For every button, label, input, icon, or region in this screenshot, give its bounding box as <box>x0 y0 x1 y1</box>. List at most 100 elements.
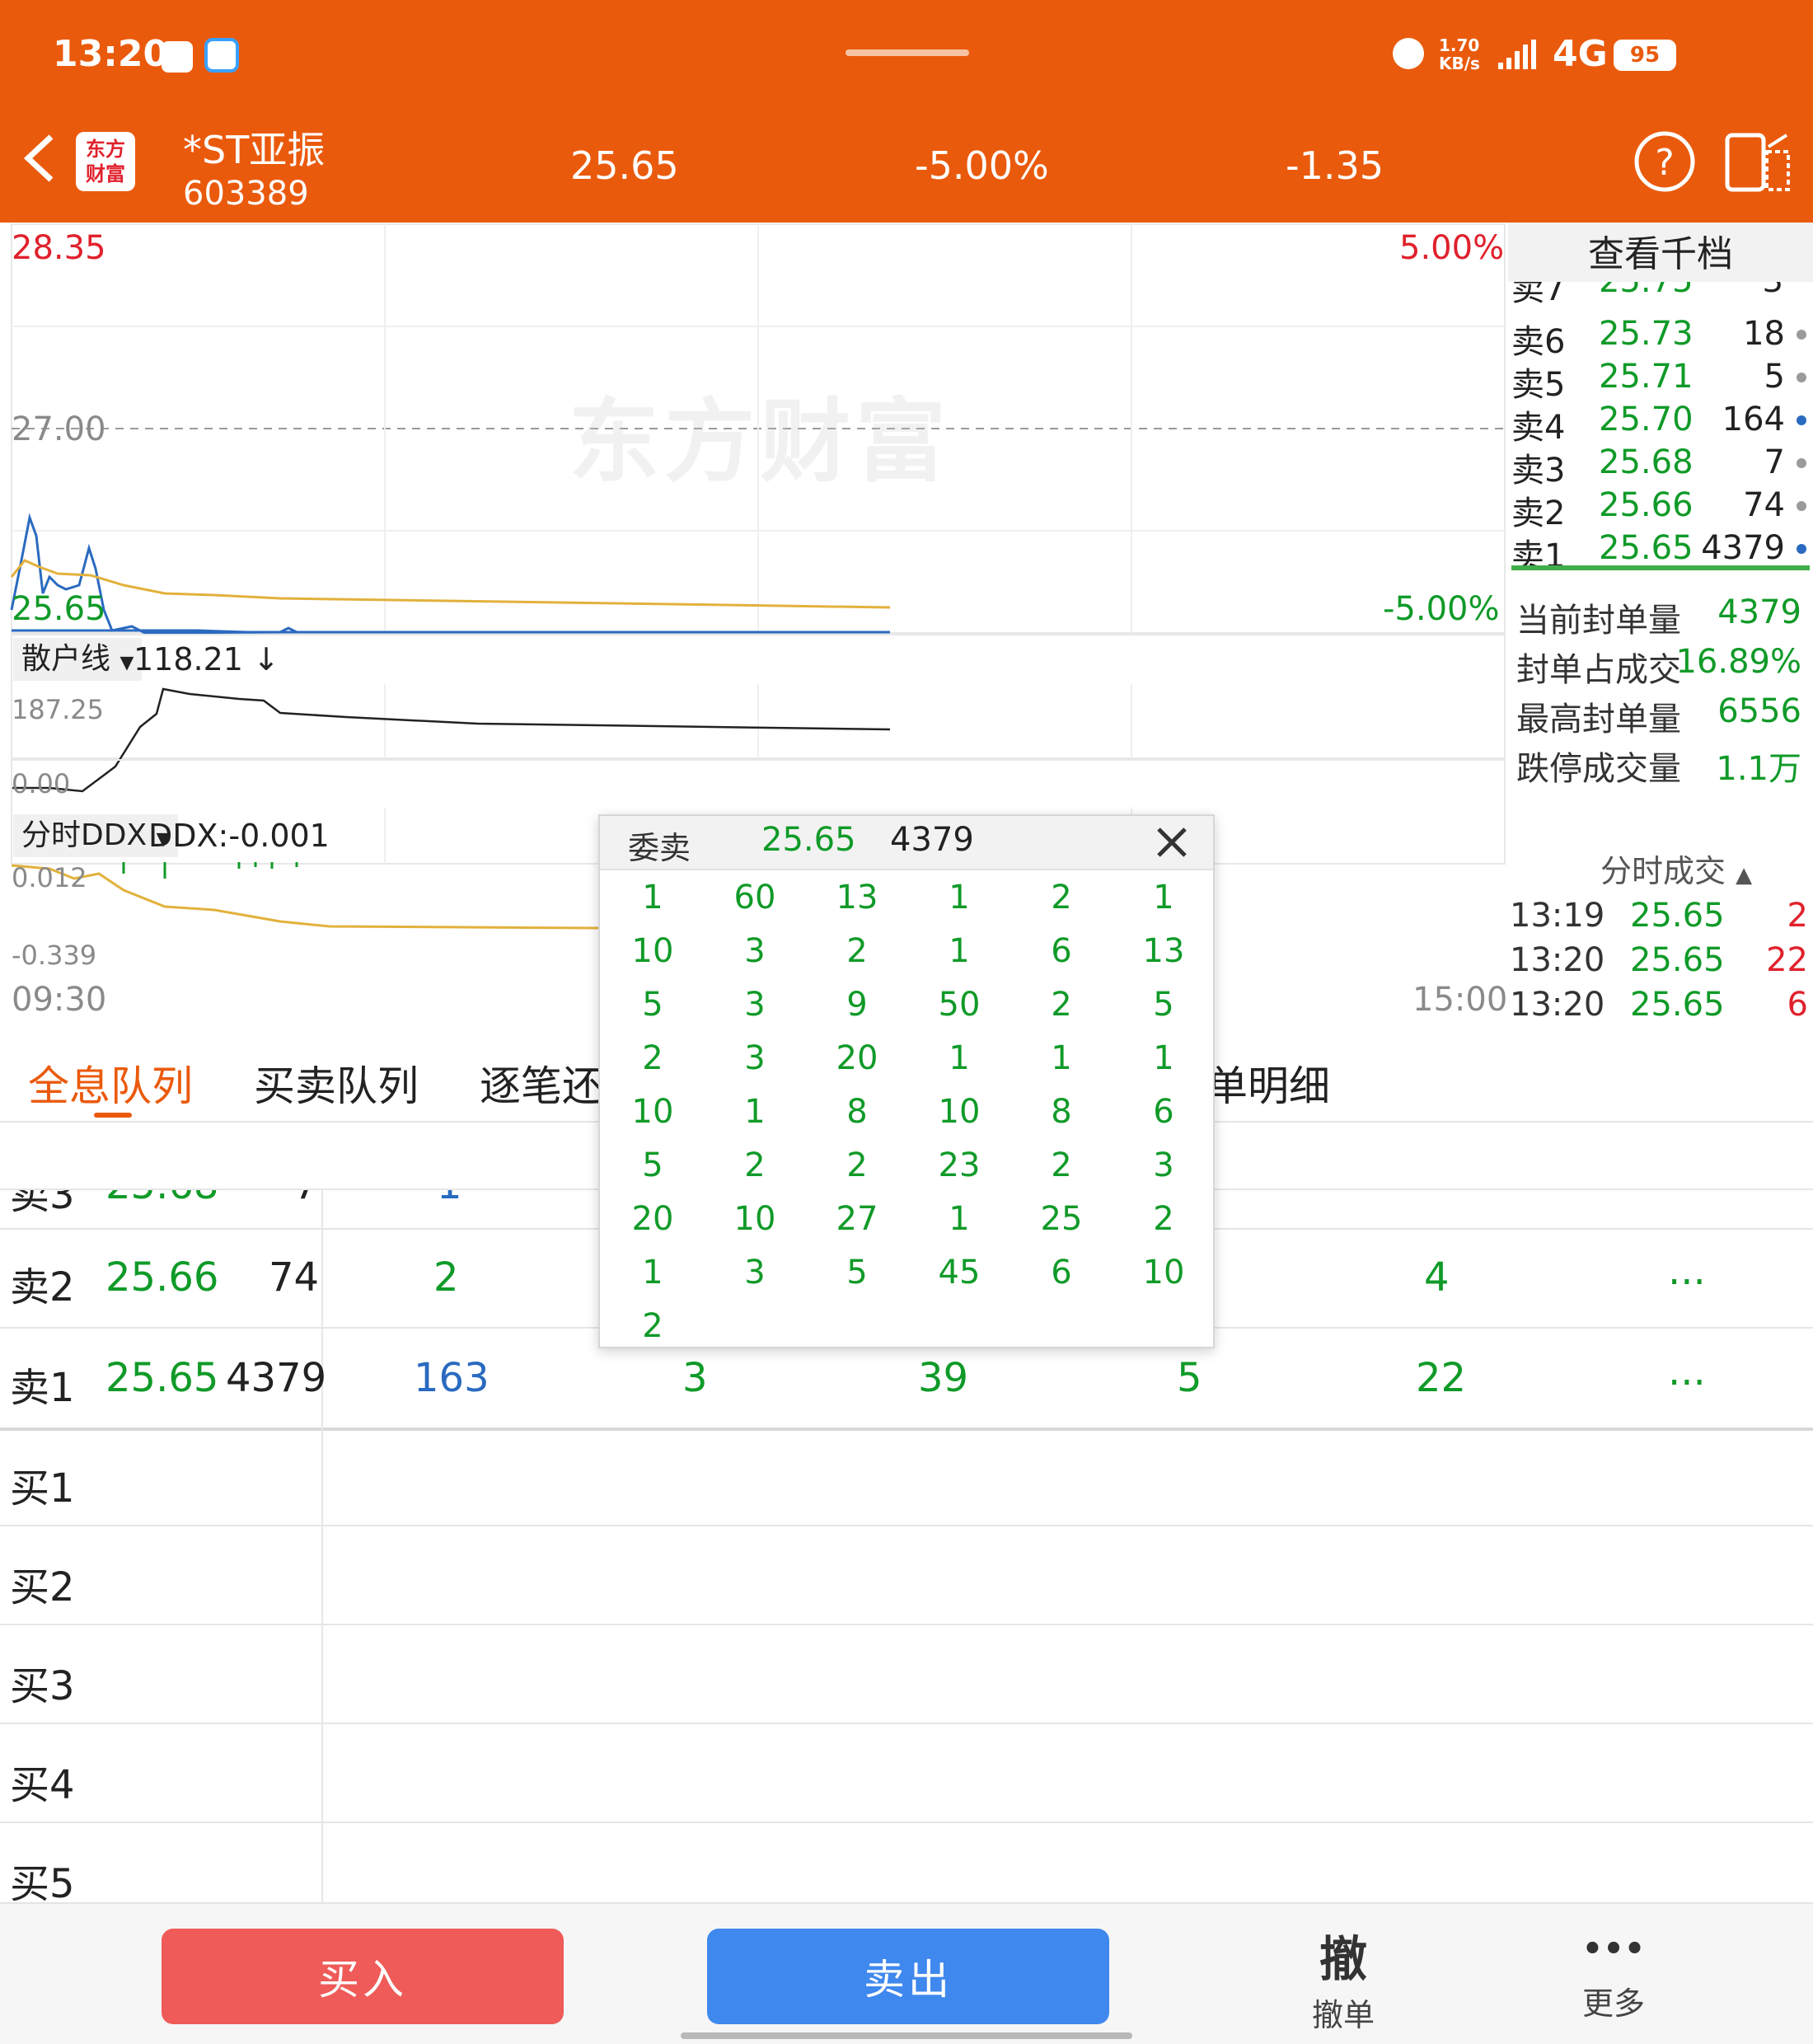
queue-order-cell: 1 <box>744 1093 766 1131</box>
queue-order-cell: 6 <box>1051 932 1072 970</box>
row-volume: 4379 <box>1701 529 1785 567</box>
tick-time: 13:19 <box>1510 897 1605 935</box>
stat-row: 跌停成交量 1.1万 <box>1508 737 1813 788</box>
y-axis-top-label: 28.35 <box>12 229 106 267</box>
buy-button[interactable]: 买入 <box>162 1929 564 2024</box>
app-logo: 东方 财富 <box>76 132 135 191</box>
indicator2-value: DDX:-0.001 <box>148 818 330 854</box>
sell-button[interactable]: 卖出 <box>707 1929 1109 2024</box>
buy3-label: 买3 <box>10 1663 75 1709</box>
order-book-row[interactable]: 卖4 25.70 164 <box>1508 397 1813 447</box>
buy5-label: 买5 <box>10 1861 75 1907</box>
stat-label: 封单占成交 <box>1516 651 1681 689</box>
tick-volume: 2 <box>1787 897 1808 935</box>
queue-order-cell: 23 <box>938 1146 981 1184</box>
tab-order-detail[interactable]: 单明细 <box>1206 1053 1330 1113</box>
cancel-icon: 撤 <box>1319 1931 1367 1987</box>
stat-value: 16.89% <box>1675 643 1801 681</box>
bottom-action-bar: 买入 卖出 撤 撤单 ••• 更多 <box>0 1902 1813 2044</box>
more-button[interactable]: ••• 更多 <box>1556 1920 1671 2036</box>
stat-value: 1.1万 <box>1716 750 1801 788</box>
tick-time: 13:20 <box>1510 941 1605 979</box>
queue-order-cell: 5 <box>642 986 663 1024</box>
change-amount: -1.35 <box>1286 143 1384 188</box>
queue-order-cell: 3 <box>744 1254 766 1292</box>
queue-order-cell: 1 <box>1051 1039 1072 1077</box>
queue-order-cell: 13 <box>1142 932 1185 970</box>
tick-price: 25.65 <box>1630 986 1725 1024</box>
row-volume: 7 <box>1764 443 1785 481</box>
queue-order-cell: 2 <box>1051 1146 1072 1184</box>
queue-order-cell: 6 <box>1051 1254 1072 1292</box>
order-book-row[interactable]: 卖5 25.71 5 <box>1508 354 1813 404</box>
notification-app-icon <box>162 41 193 73</box>
top-bar: 13:20 1.70 KB/s 4G 95 东方 财富 *ST亚振 603389 2… <box>0 0 1813 223</box>
switch-layout-icon[interactable] <box>1724 130 1792 193</box>
stat-row: 封单占成交 16.89% <box>1508 638 1813 689</box>
queue-order-cell: 1 <box>949 1200 970 1238</box>
pct-axis-top-label: 5.00% <box>1399 229 1505 267</box>
queue-order-cell: 9 <box>846 986 868 1024</box>
more-ellipsis[interactable]: ... <box>1668 1248 1706 1294</box>
dot-icon <box>1797 544 1806 554</box>
close-icon[interactable] <box>1154 824 1190 860</box>
cancel-label: 撤单 <box>1311 1997 1375 2033</box>
y-axis-bottom-label: 25.65 <box>12 590 106 628</box>
dot-icon <box>1797 415 1806 425</box>
queue-order-cell: 5 <box>1153 986 1174 1024</box>
queue-order-cell: 10 <box>1142 1254 1185 1292</box>
row-volume: 5 <box>1764 358 1785 396</box>
tab-tick-restore[interactable]: 逐笔还 <box>480 1053 603 1113</box>
queue-order-cell: 10 <box>938 1093 981 1131</box>
pull-handle[interactable] <box>846 49 969 56</box>
queue-order-cell: 8 <box>1051 1093 1072 1131</box>
queue-order-cell: 1 <box>1153 1039 1174 1077</box>
browser-app-icon <box>204 38 239 73</box>
queue-order-cell: 10 <box>631 932 674 970</box>
back-icon[interactable] <box>20 134 61 183</box>
chart-watermark: 东方财富 <box>569 389 951 495</box>
dot-icon <box>1797 330 1806 340</box>
indicator1-min: 0.00 <box>12 768 71 799</box>
ticks-title[interactable]: 分时成交 ▲ <box>1600 846 1752 891</box>
order-book-row[interactable]: 卖1 25.65 4379 <box>1508 526 1813 575</box>
net-speed: 1.70 KB/s <box>1439 35 1480 73</box>
more-label: 更多 <box>1581 1985 1645 2022</box>
row-volume: 164 <box>1722 401 1785 438</box>
time-axis-end: 15:00 <box>1412 981 1508 1019</box>
status-time: 13:20 <box>53 33 169 75</box>
tab-full-queue[interactable]: 全息队列 <box>28 1053 193 1113</box>
indicator2-max: 0.012 <box>12 862 87 893</box>
more-ellipsis[interactable]: ... <box>1668 1348 1706 1395</box>
row-volume: 74 <box>1743 486 1785 524</box>
tab-buy-sell-queue[interactable]: 买卖队列 <box>254 1053 419 1113</box>
queue-order-cell: 20 <box>631 1200 674 1238</box>
queue-order-cell: 60 <box>733 879 776 917</box>
order-book-panel: 查看千档 卖7 25.75 3 卖625.7318卖525.715卖425.70… <box>1508 223 1813 1030</box>
queue-order-cell: 1 <box>949 1039 970 1077</box>
order-book-row[interactable]: 卖3 25.68 7 <box>1508 440 1813 490</box>
signal-icon <box>1497 38 1539 71</box>
home-indicator[interactable] <box>681 2032 1132 2039</box>
queue-order-cell: 1 <box>949 879 970 917</box>
order-book-row[interactable]: 卖2 25.66 74 <box>1508 483 1813 532</box>
help-icon[interactable]: ? <box>1633 130 1696 193</box>
queue-order-cell: 45 <box>938 1254 981 1292</box>
queue-order-cell: 2 <box>1051 986 1072 1024</box>
indicator1-selector[interactable]: 散户线 ▼ <box>13 638 143 681</box>
cancel-order-button[interactable]: 撤 撤单 <box>1286 1920 1401 2036</box>
y-axis-mid-label: 27.00 <box>12 410 106 448</box>
queue-order-cell: 50 <box>938 986 981 1024</box>
queue-order-cell: 2 <box>846 1146 868 1184</box>
battery-icon: 95 <box>1614 40 1676 71</box>
row-price: 25.68 <box>1599 443 1694 481</box>
indicator1-max: 187.25 <box>12 694 104 725</box>
dot-icon <box>1797 373 1806 382</box>
pct-axis-bottom-label: -5.00% <box>1383 590 1500 628</box>
stat-value: 4379 <box>1717 593 1801 631</box>
order-book-row[interactable]: 卖6 25.73 18 <box>1508 312 1813 361</box>
more-icon: ••• <box>1581 1930 1646 1968</box>
view-depth-button[interactable]: 查看千档 <box>1508 223 1813 282</box>
stat-row: 当前封单量 4379 <box>1508 588 1813 640</box>
queue-order-cell: 8 <box>846 1093 868 1131</box>
